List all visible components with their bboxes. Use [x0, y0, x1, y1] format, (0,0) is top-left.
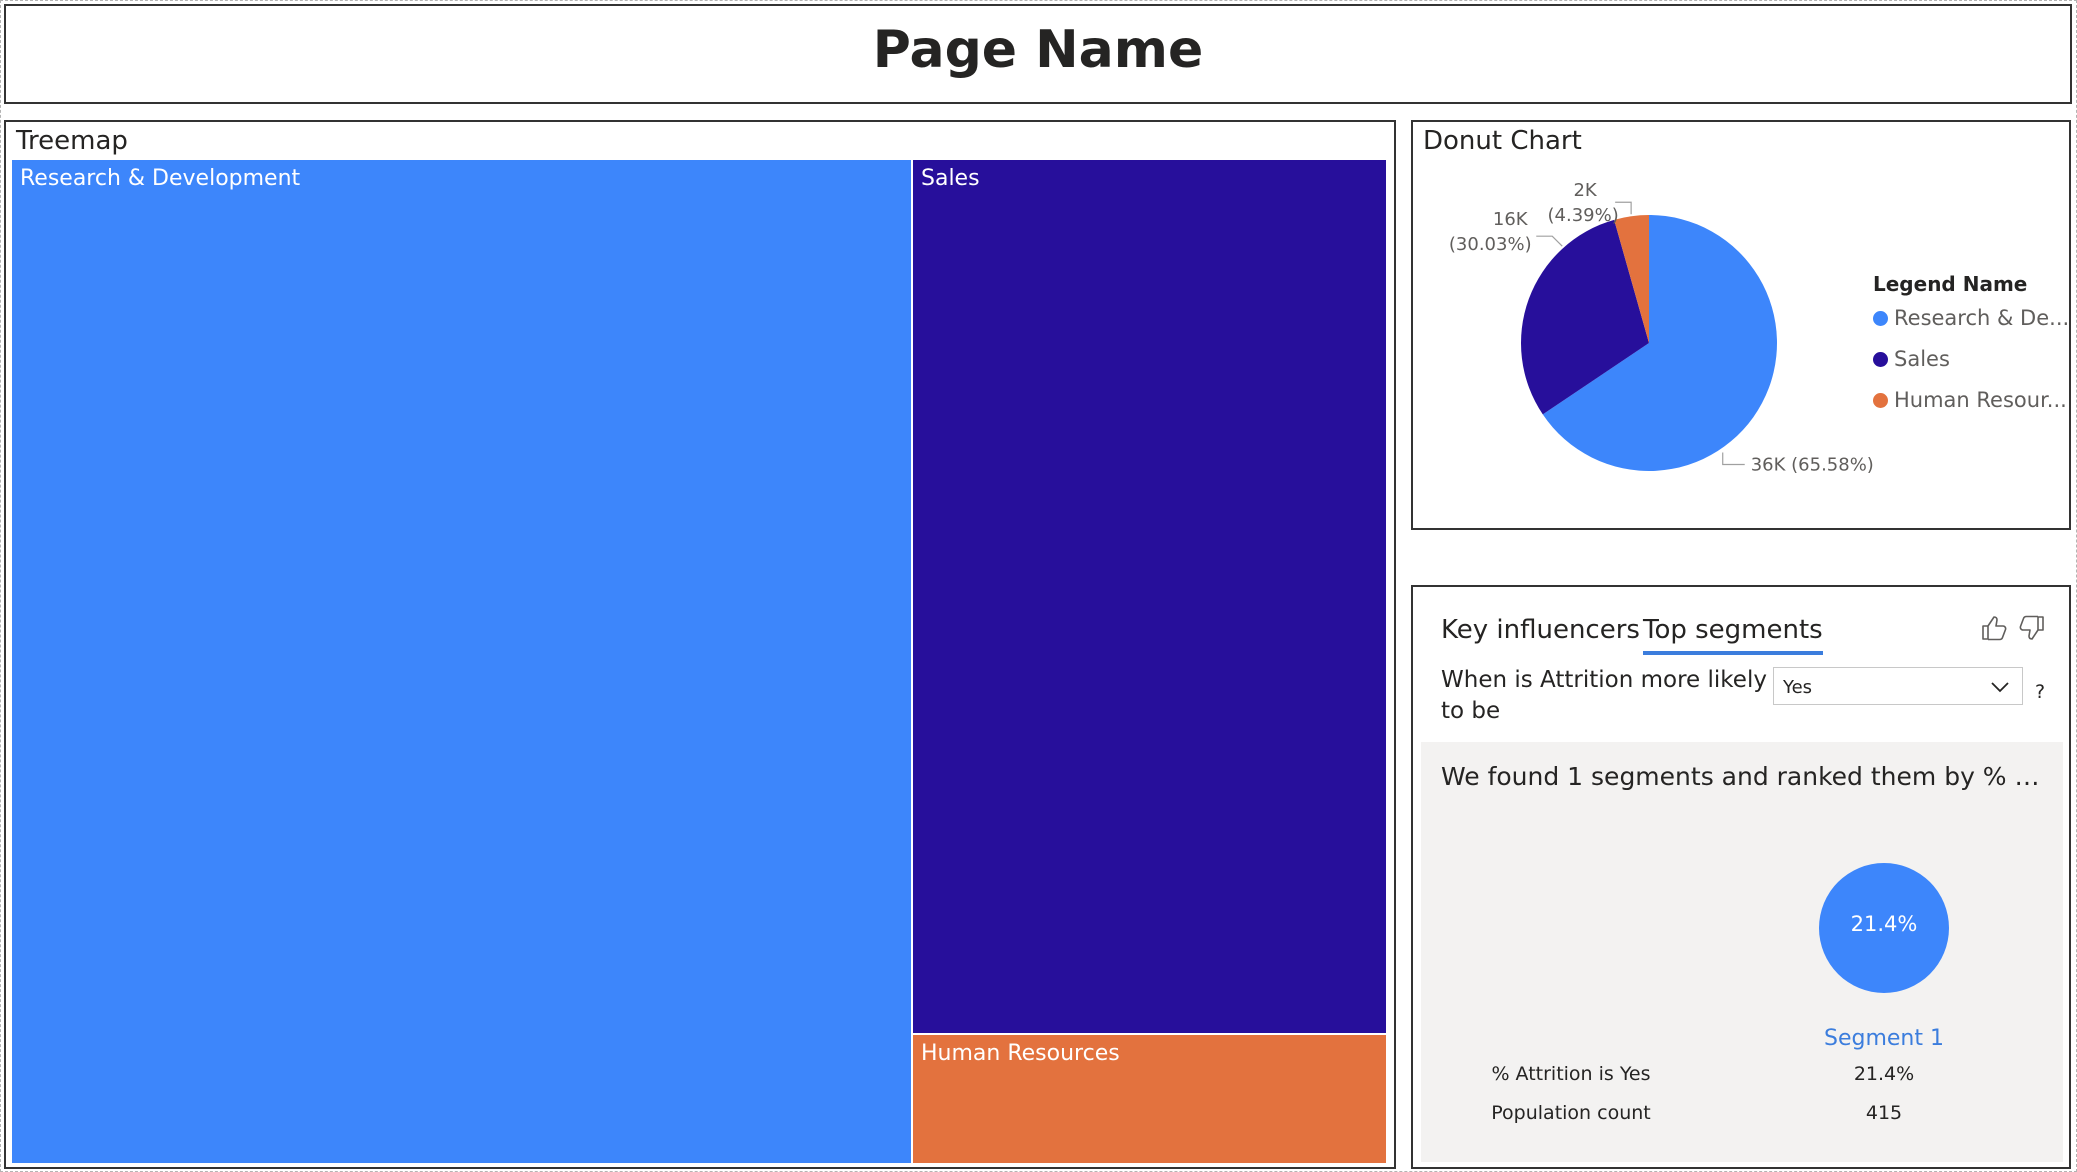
treemap-tile-human-resources[interactable]: Human Resources	[913, 1035, 1386, 1163]
legend-item-label: Human Resour...	[1894, 388, 2067, 412]
help-icon[interactable]: ?	[2035, 681, 2045, 703]
donut-chart-visual[interactable]: Donut Chart 36K (65.58%) 16K (30.03%) 2K (4.…	[1411, 120, 2071, 530]
attrition-value-dropdown[interactable]: Yes	[1773, 667, 2023, 705]
segment-stat-value: 21.4%	[1853, 1063, 1915, 1085]
treemap-tile-label: Human Resources	[921, 1041, 1120, 1066]
treemap-visual[interactable]: Treemap Research & Development Sales Hum…	[4, 120, 1396, 1169]
legend-dot-icon	[1873, 393, 1888, 408]
treemap-tile-label: Sales	[921, 166, 980, 191]
legend-dot-icon	[1873, 311, 1888, 326]
legend-title: Legend Name	[1873, 272, 2028, 296]
page-header: Page Name	[4, 4, 2072, 104]
pie-data-label: (4.39%)	[1548, 205, 1619, 226]
pie-leader-line	[1536, 235, 1563, 247]
pie-data-label: 36K (65.58%)	[1751, 454, 1874, 475]
segment-stat-value: 415	[1865, 1102, 1903, 1124]
pie-leader-line	[1722, 452, 1745, 466]
treemap-tile-label: Research & Development	[20, 166, 301, 191]
pie-data-label: (30.03%)	[1449, 234, 1532, 255]
legend-item-label: Research & De...	[1894, 306, 2070, 330]
segment-bubble[interactable]: 21.4%	[1819, 863, 1949, 993]
segments-summary-text: We found 1 segments and ranked them by %…	[1441, 762, 2051, 791]
legend-dot-icon	[1873, 352, 1888, 367]
treemap-tile-research-development[interactable]: Research & Development	[12, 160, 911, 1163]
page-title: Page Name	[872, 20, 1204, 80]
key-influencers-visual[interactable]: Key influencers Top segments When is Att…	[1411, 585, 2071, 1169]
tab-top-segments[interactable]: Top segments	[1643, 615, 1823, 655]
dropdown-selected-value: Yes	[1783, 677, 1813, 698]
treemap-title: Treemap	[16, 126, 128, 156]
legend-item-sales[interactable]: Sales	[1873, 347, 1950, 371]
pie-data-label: 2K	[1573, 180, 1597, 201]
influencer-question-label: When is Attrition more likely to be	[1441, 667, 1767, 724]
segment-stat-label: % Attrition is Yes	[1491, 1063, 1651, 1085]
thumbs-up-icon[interactable]	[1979, 613, 2009, 643]
pie-data-label: 16K	[1493, 209, 1529, 230]
treemap-tile-sales[interactable]: Sales	[913, 160, 1386, 1033]
top-segments-panel: We found 1 segments and ranked them by %…	[1421, 742, 2063, 1162]
tab-key-influencers[interactable]: Key influencers	[1441, 615, 1640, 651]
legend-item-label: Sales	[1894, 347, 1950, 371]
segment-name-link[interactable]: Segment 1	[1784, 1026, 1984, 1051]
segment-bubble-value: 21.4%	[1850, 912, 1918, 936]
segment-stat-label: Population count	[1491, 1102, 1651, 1124]
legend-item-research-development[interactable]: Research & De...	[1873, 306, 2069, 330]
chevron-down-icon	[1991, 682, 2009, 693]
legend-item-human-resources[interactable]: Human Resour...	[1873, 388, 2067, 412]
thumbs-down-icon[interactable]	[2017, 613, 2047, 643]
